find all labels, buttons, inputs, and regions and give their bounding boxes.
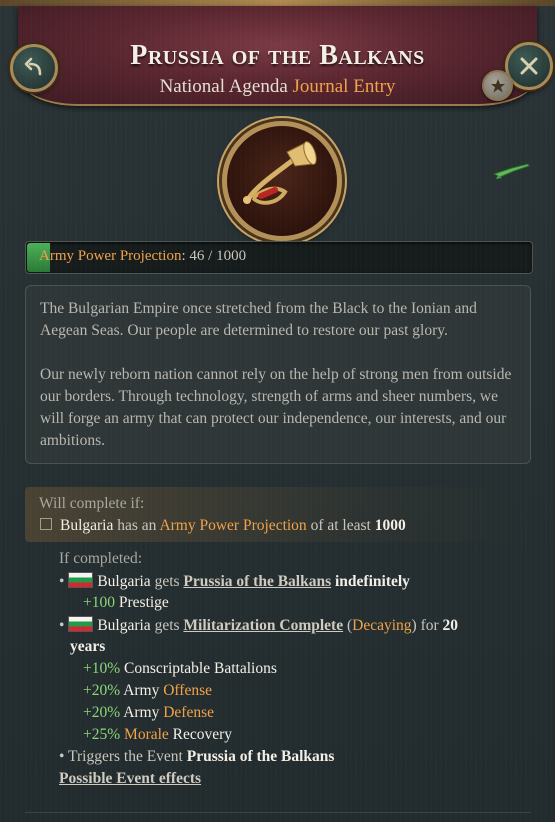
effect-stat: Defense xyxy=(163,704,215,721)
bullet: • xyxy=(59,573,65,590)
effect-item-1: • Bulgaria gets Prussia of the Balkans i… xyxy=(59,572,410,591)
effect-stat: Morale xyxy=(124,726,169,743)
requirement-target: 1000 xyxy=(374,517,406,534)
requirement-country[interactable]: Bulgaria xyxy=(60,517,113,534)
requirement-text: has an xyxy=(117,517,157,534)
effect-item-2-sub-1: +10% Conscriptable Battalions xyxy=(83,660,277,678)
page-subtitle: National Agenda Journal Entry xyxy=(0,76,555,98)
effect-army: Army xyxy=(123,704,160,721)
bullet: • xyxy=(59,617,65,634)
effect-stat: Conscriptable Battalions xyxy=(124,660,277,677)
effect-item-2: • Bulgaria gets Militarization Complete … xyxy=(59,616,458,635)
bugle-icon xyxy=(243,141,317,205)
effect-value: +20% xyxy=(83,682,121,699)
effect-item-2-years: years xyxy=(70,638,105,656)
effect-gets: gets xyxy=(154,617,180,634)
effect-country[interactable]: Bulgaria xyxy=(97,573,150,590)
bulgaria-flag-icon xyxy=(68,572,94,588)
requirement-metric[interactable]: Army Power Projection xyxy=(159,517,306,534)
journal-entry-panel: Prussia of the Balkans National Agenda J… xyxy=(0,0,555,822)
effect-gets: gets xyxy=(154,573,180,590)
effect-stat-rest: Recovery xyxy=(172,726,233,743)
description-box: The Bulgarian Empire once stretched from… xyxy=(25,285,531,464)
bulgaria-flag-icon xyxy=(68,616,94,632)
favorite-button[interactable] xyxy=(482,70,513,101)
effect-army: Army xyxy=(123,682,160,699)
effect-item-2-sub-3: +20% Army Defense xyxy=(83,704,214,722)
bullet: • xyxy=(59,748,65,765)
effect-decaying: Decaying xyxy=(352,617,412,634)
page-title: Prussia of the Balkans xyxy=(130,40,425,71)
completion-requirements: Will complete if: Bulgaria has an Army P… xyxy=(25,487,531,542)
possible-event-effects-link-row: Possible Event effects xyxy=(59,770,201,788)
effect-stat: Prestige xyxy=(118,594,169,611)
subtitle-type: Journal Entry xyxy=(292,76,396,97)
requirement-line: Bulgaria has an Army Power Projection of… xyxy=(40,517,406,535)
effect-years-word: years xyxy=(70,638,106,655)
effect-value: +100 xyxy=(83,594,115,611)
effect-value: +25% xyxy=(83,726,121,743)
requirements-label: Will complete if: xyxy=(39,495,145,512)
effects-label: If completed: xyxy=(59,550,143,567)
back-arrow-icon xyxy=(24,57,42,76)
effect-triggers-text: Triggers the Event xyxy=(68,748,183,765)
effect-modifier-link[interactable]: Prussia of the Balkans xyxy=(183,573,331,590)
effect-country[interactable]: Bulgaria xyxy=(97,617,150,634)
effect-event-name[interactable]: Prussia of the Balkans xyxy=(187,748,335,765)
progress-label: Army Power Projection: 46 / 1000 xyxy=(39,248,246,265)
description-paragraph-2: Our newly reborn nation cannot rely on t… xyxy=(40,366,512,449)
effect-item-1-sub-1: +100 Prestige xyxy=(83,594,169,612)
close-x-icon xyxy=(520,57,538,75)
paren: ) xyxy=(411,617,417,634)
effect-item-2-sub-2: +20% Army Offense xyxy=(83,682,212,700)
requirement-text-2: of at least xyxy=(310,517,371,534)
rifle-icon xyxy=(492,163,530,179)
subtitle-category: National Agenda xyxy=(159,76,288,97)
description-paragraph-1: The Bulgarian Empire once stretched from… xyxy=(40,300,477,339)
header: Prussia of the Balkans National Agenda J… xyxy=(0,0,555,112)
effect-item-3: • Triggers the Event Prussia of the Balk… xyxy=(59,748,334,766)
journal-medallion xyxy=(222,121,342,241)
effect-duration: indefinitely xyxy=(335,573,410,590)
divider xyxy=(25,812,531,813)
requirement-checkbox xyxy=(40,518,52,530)
effect-value: +20% xyxy=(83,704,121,721)
possible-event-effects-link[interactable]: Possible Event effects xyxy=(59,770,201,787)
effect-for: for xyxy=(420,617,439,634)
army-power-progress-bar[interactable]: Army Power Projection: 46 / 1000 xyxy=(25,241,533,274)
progress-metric-name: Army Power Projection xyxy=(39,248,182,264)
effect-years-number: 20 xyxy=(442,617,459,634)
effect-modifier-link[interactable]: Militarization Complete xyxy=(183,617,343,634)
star-icon xyxy=(490,78,505,92)
effect-value: +10% xyxy=(83,660,121,677)
effect-stat: Offense xyxy=(163,682,213,699)
back-button[interactable] xyxy=(10,44,58,92)
progress-value: : 46 / 1000 xyxy=(181,248,247,264)
effect-item-2-sub-4: +25% Morale Recovery xyxy=(83,726,232,744)
